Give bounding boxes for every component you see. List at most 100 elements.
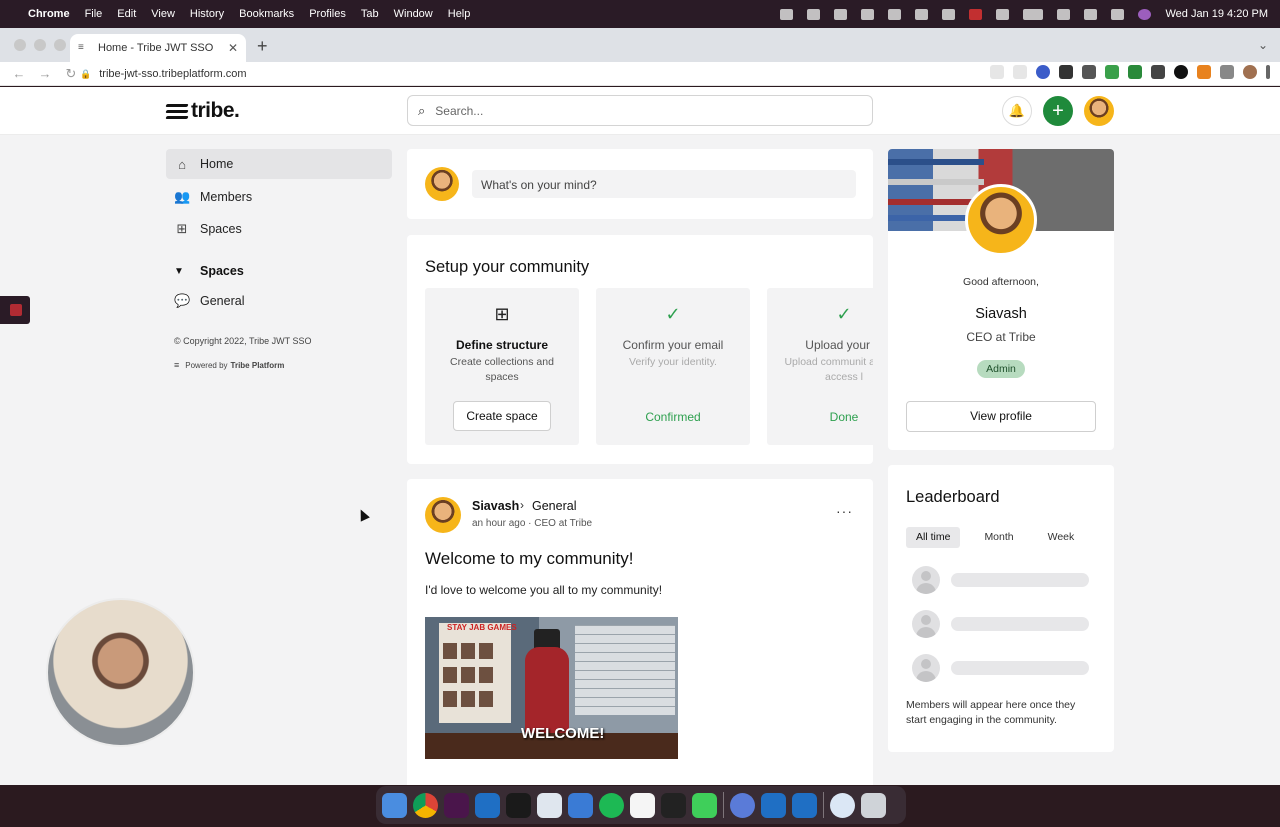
status-app-icon[interactable] — [834, 8, 848, 20]
headphones-icon[interactable] — [888, 8, 902, 20]
menu-help[interactable]: Help — [448, 8, 471, 20]
more-options-icon[interactable]: ··· — [836, 503, 853, 519]
cloud-icon[interactable] — [915, 8, 929, 20]
vscode-icon[interactable] — [761, 792, 786, 818]
notifications-bell-button[interactable]: 🔔 — [1002, 96, 1032, 126]
close-window-button[interactable] — [14, 39, 26, 51]
sidebar-item-members[interactable]: 👥 Members — [166, 182, 392, 212]
zoom-window-button[interactable] — [54, 39, 66, 51]
sidebar-item-home[interactable]: ⌂ Home — [166, 149, 392, 179]
sidebar-item-general[interactable]: 💬 General — [166, 286, 392, 316]
post-space-link[interactable]: General — [532, 499, 576, 513]
trash-icon[interactable] — [861, 792, 886, 818]
extensions-puzzle-icon[interactable] — [1220, 65, 1234, 79]
menu-view[interactable]: View — [151, 8, 175, 20]
chrome-menu-icon[interactable] — [1266, 65, 1270, 79]
vscode-icon[interactable] — [475, 792, 500, 818]
tab-search-chevron-icon[interactable]: ⌄ — [1258, 38, 1268, 52]
minimize-window-button[interactable] — [34, 39, 46, 51]
chrome-icon[interactable] — [413, 792, 438, 818]
pen-app-icon[interactable] — [568, 792, 593, 818]
bookmark-star-icon[interactable] — [1013, 65, 1027, 79]
menu-file[interactable]: File — [85, 8, 103, 20]
tab-title: Home - Tribe JWT SSO — [98, 42, 214, 54]
create-space-button[interactable]: Create space — [453, 401, 551, 431]
recording-indicator[interactable] — [0, 296, 30, 324]
spotify-icon[interactable] — [599, 792, 624, 818]
menubar-clock[interactable]: Wed Jan 19 4:20 PM — [1165, 8, 1268, 20]
notion-icon[interactable] — [630, 792, 655, 818]
status-app-icon[interactable] — [807, 8, 821, 20]
moon-icon[interactable] — [996, 8, 1010, 20]
tab-week[interactable]: Week — [1038, 527, 1085, 548]
tab-month[interactable]: Month — [974, 527, 1023, 548]
status-app-icon[interactable] — [942, 8, 956, 20]
status-icons: Wed Jan 19 4:20 PM — [780, 8, 1268, 20]
extension-icon[interactable] — [1174, 65, 1188, 79]
messages-icon[interactable] — [692, 792, 717, 818]
metamask-icon[interactable] — [1197, 65, 1211, 79]
menu-tab[interactable]: Tab — [361, 8, 379, 20]
post-title[interactable]: Welcome to my community! — [425, 549, 633, 569]
menu-profiles[interactable]: Profiles — [309, 8, 346, 20]
post-gif-image[interactable]: STAY JAB GAMES WELCOME! — [425, 617, 678, 759]
menu-window[interactable]: Window — [394, 8, 433, 20]
siri-icon[interactable] — [1138, 8, 1152, 20]
transfer-app-icon[interactable] — [537, 792, 562, 818]
terminal-icon[interactable] — [506, 792, 531, 818]
extension-icon[interactable] — [1059, 65, 1073, 79]
browser-toolbar: ← → ↻ 🔒 tribe-jwt-sso.tribeplatform.com — [0, 62, 1280, 86]
post-composer-card: What's on your mind? — [407, 149, 873, 219]
extension-icon[interactable] — [1082, 65, 1096, 79]
finder-icon[interactable] — [382, 792, 407, 818]
extension-icon[interactable] — [1036, 65, 1050, 79]
control-center-icon[interactable] — [1111, 8, 1125, 20]
brightness-icon[interactable] — [780, 8, 794, 20]
activity-monitor-icon[interactable] — [661, 792, 686, 818]
slack-icon[interactable] — [444, 792, 469, 818]
powered-by[interactable]: ≡ Powered by Tribe Platform — [166, 360, 392, 370]
tab-all-time[interactable]: All time — [906, 527, 961, 548]
composer-input[interactable]: What's on your mind? — [472, 170, 856, 198]
profile-avatar-icon[interactable] — [1243, 65, 1257, 79]
post-author-avatar[interactable] — [425, 497, 461, 533]
post-author-name[interactable]: Siavash — [472, 499, 519, 513]
1password-icon[interactable] — [830, 792, 855, 818]
tribe-logo[interactable]: tribe. — [165, 99, 240, 123]
extension-icon[interactable] — [1151, 65, 1165, 79]
sidebar-section-spaces[interactable]: ▼ Spaces — [166, 256, 392, 286]
view-profile-button[interactable]: View profile — [906, 401, 1096, 432]
create-button[interactable]: + — [1043, 96, 1073, 126]
new-tab-button[interactable]: + — [257, 36, 268, 57]
battery-icon[interactable] — [1023, 8, 1044, 20]
menu-edit[interactable]: Edit — [117, 8, 136, 20]
menu-history[interactable]: History — [190, 8, 224, 20]
sidebar-item-spaces[interactable]: ⊞ Spaces — [166, 214, 392, 244]
user-avatar[interactable] — [1084, 96, 1114, 126]
wifi-icon[interactable] — [1057, 8, 1071, 20]
sidebar-section-title: Spaces — [200, 264, 244, 278]
gif-board — [439, 623, 511, 723]
lock-icon[interactable]: 🔒 — [80, 69, 91, 80]
password-manager-icon[interactable] — [861, 8, 875, 20]
browser-tab-active[interactable]: ≡ Home - Tribe JWT SSO ✕ — [70, 34, 246, 62]
menu-app-name[interactable]: Chrome — [28, 8, 70, 20]
menu-bookmarks[interactable]: Bookmarks — [239, 8, 294, 20]
profile-avatar[interactable] — [965, 184, 1037, 256]
extension-icon[interactable] — [1128, 65, 1142, 79]
close-tab-icon[interactable]: ✕ — [228, 41, 238, 55]
spotlight-icon[interactable] — [1084, 8, 1098, 20]
settings-app-icon[interactable] — [730, 792, 755, 818]
search-input[interactable]: ⌕ Search... — [407, 95, 873, 126]
back-button[interactable]: ← — [12, 66, 26, 81]
forward-button[interactable]: → — [38, 66, 52, 81]
share-icon[interactable] — [990, 65, 1004, 79]
vscode-icon[interactable] — [792, 792, 817, 818]
extension-icon[interactable] — [1105, 65, 1119, 79]
reload-button[interactable]: ↻ — [64, 66, 78, 82]
flag-icon[interactable] — [969, 8, 983, 20]
search-placeholder: Search... — [435, 103, 484, 118]
chevron-right-icon: › — [520, 498, 524, 512]
leaderboard-placeholder-row — [912, 654, 1089, 682]
step-title: Confirm your email — [622, 338, 724, 352]
